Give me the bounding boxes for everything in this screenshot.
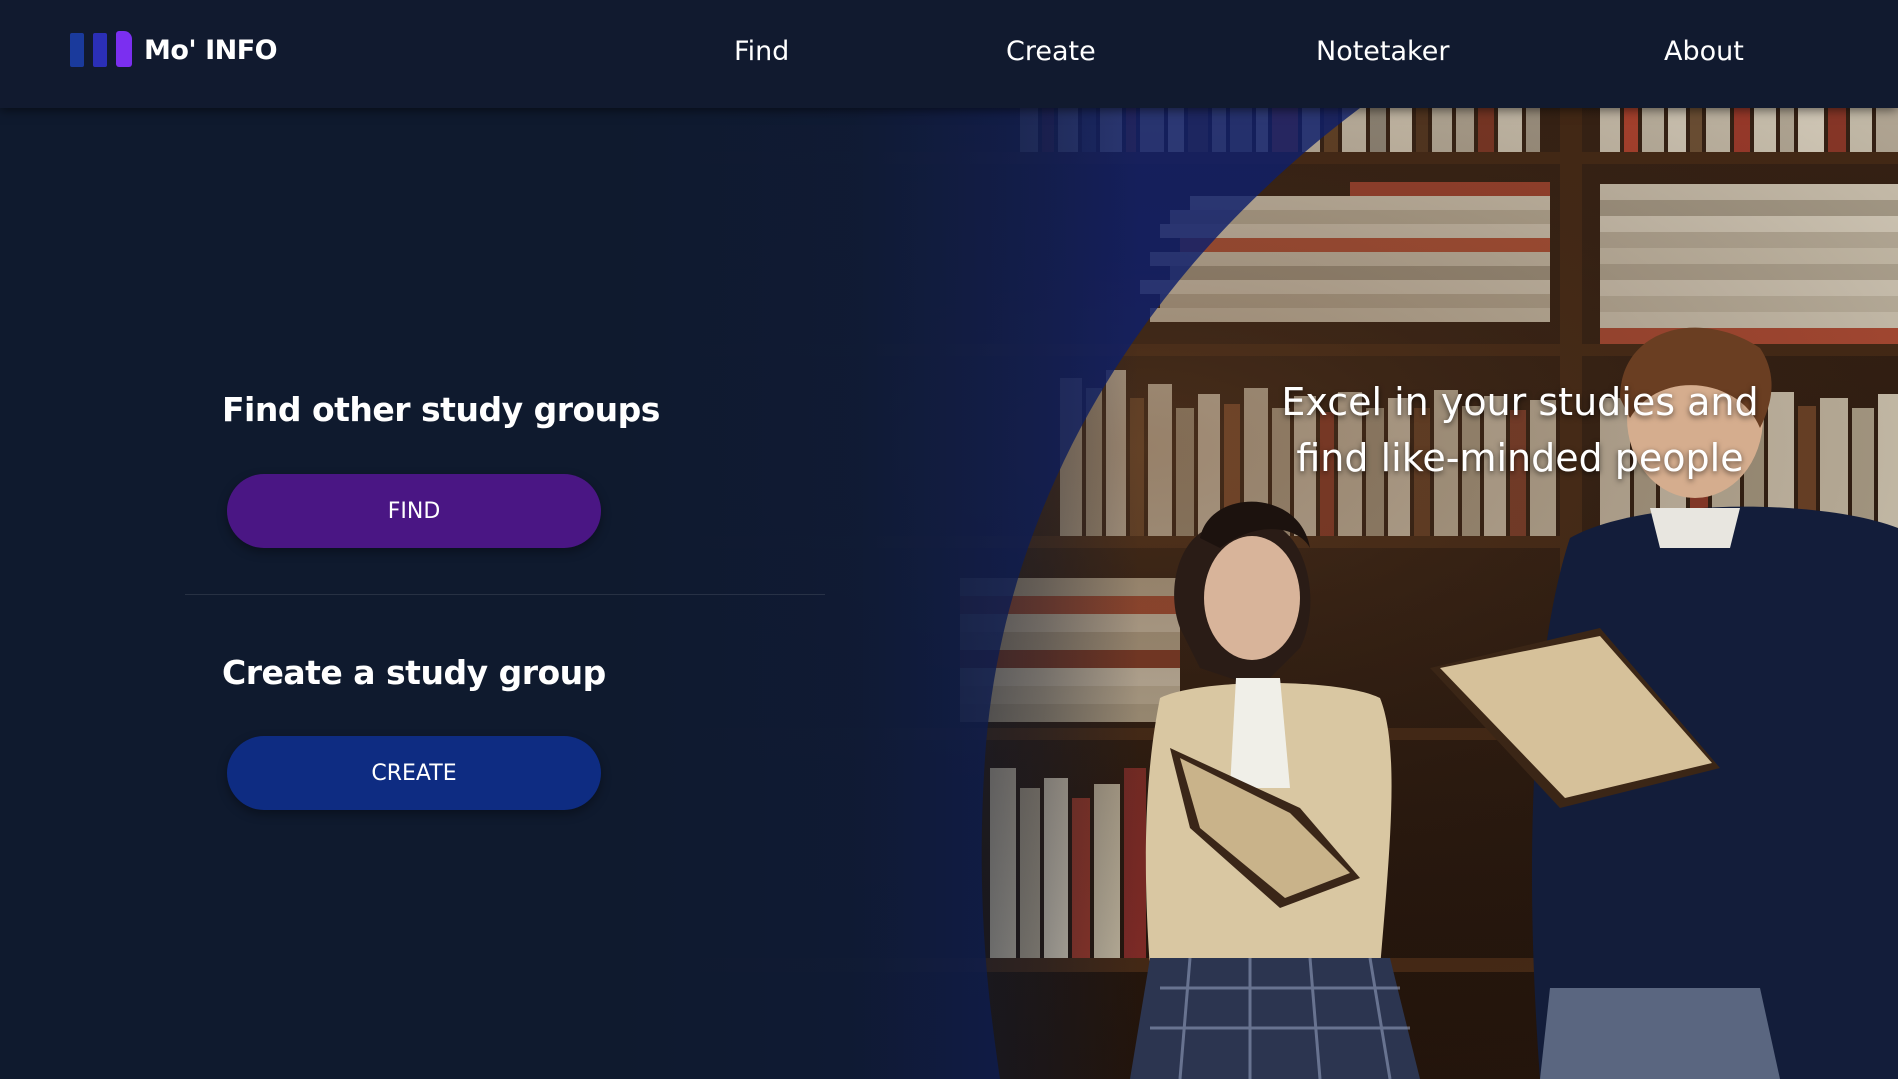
find-button[interactable]: FIND (227, 474, 601, 548)
nav-link-about[interactable]: About (1664, 36, 1744, 67)
top-navbar: Mo' INFO Find Create Notetaker About (0, 0, 1898, 108)
three-bars-logo-icon (70, 31, 132, 69)
tagline-line-1: Excel in your studies and (1281, 380, 1759, 424)
find-section-title: Find other study groups (222, 390, 660, 429)
logo-bar-3 (116, 31, 132, 67)
brand-logo[interactable]: Mo' INFO (70, 30, 278, 70)
create-button[interactable]: CREATE (227, 736, 601, 810)
logo-bar-1 (70, 33, 84, 67)
nav-link-create[interactable]: Create (1006, 36, 1096, 67)
create-section-title: Create a study group (222, 653, 606, 692)
brand-name: Mo' INFO (144, 34, 278, 66)
hero-tagline: Excel in your studies and find like-mind… (1240, 374, 1800, 486)
hero-section: Excel in your studies and find like-mind… (0, 108, 1898, 1079)
section-divider (185, 594, 825, 595)
logo-bar-2 (93, 33, 107, 67)
nav-link-notetaker[interactable]: Notetaker (1316, 36, 1449, 67)
tagline-line-2: find like-minded people (1296, 436, 1744, 480)
home-page: Mo' INFO Find Create Notetaker About Exc… (0, 0, 1898, 1079)
nav-link-find[interactable]: Find (734, 36, 789, 67)
